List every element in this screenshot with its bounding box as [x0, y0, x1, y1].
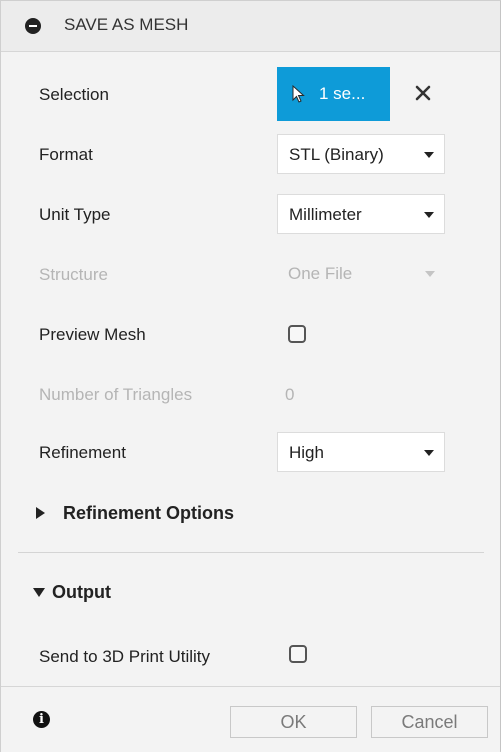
dialog-titlebar[interactable]: SAVE AS MESH	[1, 1, 500, 52]
number-of-triangles-value: 0	[285, 385, 295, 404]
unit-type-dropdown[interactable]: Millimeter	[277, 194, 445, 234]
save-as-mesh-dialog: SAVE AS MESH Selection 1 se... Format ST…	[0, 0, 501, 752]
chevron-down-icon	[424, 152, 434, 158]
cursor-arrow-icon	[292, 85, 305, 103]
number-of-triangles-label: Number of Triangles	[39, 385, 193, 404]
refinement-value: High	[289, 443, 324, 462]
chevron-down-icon	[424, 450, 434, 456]
send-to-3d-print-label: Send to 3D Print Utility	[39, 647, 211, 666]
ok-button[interactable]: OK	[230, 706, 357, 738]
structure-value: One File	[288, 264, 353, 283]
unit-type-value: Millimeter	[289, 205, 362, 224]
selection-label: Selection	[39, 85, 109, 104]
divider	[18, 552, 484, 553]
chevron-down-icon	[425, 271, 435, 277]
unit-type-label: Unit Type	[39, 205, 111, 224]
chevron-down-icon	[424, 212, 434, 218]
structure-dropdown: One File	[277, 254, 445, 294]
format-dropdown[interactable]: STL (Binary)	[277, 134, 445, 174]
dialog-title: SAVE AS MESH	[64, 15, 189, 34]
output-header[interactable]: Output	[52, 582, 111, 603]
collapse-arrow-icon[interactable]	[33, 588, 45, 597]
refinement-dropdown[interactable]: High	[277, 432, 445, 472]
preview-mesh-checkbox[interactable]	[288, 325, 306, 343]
format-value: STL (Binary)	[289, 145, 384, 164]
selection-button[interactable]: 1 se...	[277, 67, 390, 121]
refinement-options-header[interactable]: Refinement Options	[63, 503, 234, 524]
send-to-3d-print-checkbox[interactable]	[289, 645, 307, 663]
minus-circle-icon[interactable]	[25, 18, 41, 34]
refinement-label: Refinement	[39, 443, 126, 462]
structure-label: Structure	[39, 265, 108, 284]
info-icon[interactable]: i	[33, 711, 50, 728]
close-icon[interactable]	[413, 83, 433, 103]
expand-arrow-icon[interactable]	[36, 507, 45, 519]
cancel-button[interactable]: Cancel	[371, 706, 488, 738]
format-label: Format	[39, 145, 93, 164]
preview-mesh-label: Preview Mesh	[39, 325, 146, 344]
selection-count: 1 se...	[319, 84, 366, 103]
dialog-footer: i OK Cancel	[1, 686, 500, 752]
